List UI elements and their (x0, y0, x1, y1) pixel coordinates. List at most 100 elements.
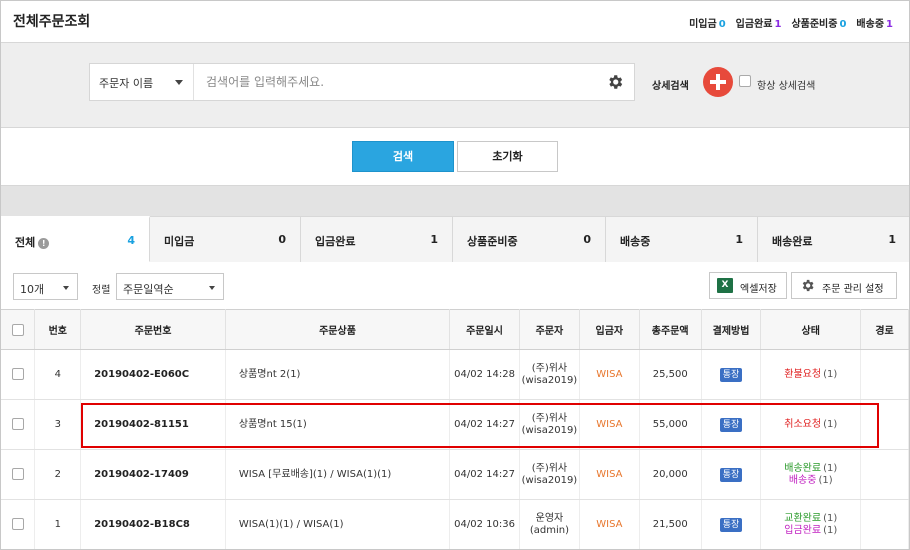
order-date: 04/02 14:27 (449, 399, 520, 450)
search-input[interactable] (196, 64, 591, 100)
sort-label: 정렬 (92, 285, 111, 296)
orderer: (주)위사(wisa2019) (519, 449, 580, 500)
summary-paid[interactable]: 입금완료 1 (736, 15, 782, 30)
pay-method-cell: 통장 (701, 399, 762, 450)
sort-select[interactable]: 주문일역순 (116, 273, 224, 300)
excel-icon: X (717, 278, 733, 293)
col-total[interactable]: 총주문액 (639, 309, 702, 350)
search-button[interactable]: 검색 (352, 141, 454, 172)
col-status[interactable]: 상태 (760, 309, 862, 350)
route-cell (860, 499, 909, 549)
order-total: 21,500 (639, 499, 702, 549)
row-checkbox[interactable] (11, 468, 24, 480)
order-total: 55,000 (639, 399, 702, 450)
gear-icon[interactable] (606, 73, 624, 91)
orders-table: 번호 주문번호 주문상품 주문일시 주문자 입금자 총주문액 결제방법 상태 경… (1, 309, 909, 549)
status-cell: 환불요청 (1) (760, 349, 862, 400)
search-actions: 검색 초기화 (1, 128, 909, 186)
status-cell: 교환완료 (1) 입금완료 (1) (760, 499, 862, 549)
row-checkbox[interactable] (11, 518, 24, 530)
order-total: 20,000 (639, 449, 702, 500)
select-all-checkbox[interactable] (11, 323, 24, 336)
order-settings-button[interactable]: 주문 관리 설정 (791, 272, 897, 299)
row-checkbox[interactable] (11, 418, 24, 430)
order-total: 25,500 (639, 349, 702, 400)
product-name[interactable]: WISA(1)(1) / WISA(1) (225, 499, 451, 549)
gear-icon (802, 279, 814, 292)
col-date[interactable]: 주문일시 (449, 309, 520, 350)
status-label[interactable]: 배송완료 (1) (761, 463, 860, 475)
route-cell (860, 349, 909, 400)
order-number-link[interactable]: 20190402-E060C (80, 349, 226, 400)
summary-unpaid[interactable]: 미입금 0 (689, 15, 726, 30)
row-num: 4 (34, 349, 82, 400)
table-header-row: 번호 주문번호 주문상품 주문일시 주문자 입금자 총주문액 결제방법 상태 경… (1, 309, 909, 350)
detail-search-toggle-button[interactable] (703, 67, 733, 97)
always-detail-label: 항상 상세검색 (757, 81, 816, 92)
status-summary: 미입금 0 입금완료 1 상품준비중 0 배송중 1 (689, 15, 893, 30)
order-number-link[interactable]: 20190402-B18C8 (80, 499, 226, 549)
col-order-no[interactable]: 주문번호 (80, 309, 226, 350)
col-pay-method[interactable]: 결제방법 (701, 309, 762, 350)
info-icon: ! (38, 238, 50, 249)
excel-save-button[interactable]: X 엑셀저장 (709, 272, 787, 299)
status-label[interactable]: 입금완료 (1) (761, 525, 860, 537)
payer: WISA (579, 499, 640, 549)
chevron-down-icon (175, 80, 183, 85)
order-list-page: 전체주문조회 미입금0 입금완료1 상품준비중0 배송중1 주문자 이름 상세검… (0, 0, 910, 550)
route-cell (860, 399, 909, 450)
pay-method-badge: 통장 (719, 367, 743, 382)
status-tabs: 전체! 4 미입금 0 입금완료 1 상품준비중 0 배송중 1 배송완료 1 (1, 216, 909, 262)
orderer: (주)위사(wisa2019) (519, 349, 580, 400)
status-label[interactable]: 교환완료 (1) (761, 513, 860, 525)
table-row[interactable]: 2 20190402-17409 WISA [무료배송](1) / WISA(1… (1, 449, 909, 500)
order-number-link[interactable]: 20190402-81151 (80, 399, 226, 450)
pay-method-cell: 통장 (701, 449, 762, 500)
order-date: 04/02 14:28 (449, 349, 520, 400)
product-name[interactable]: 상품명nt 2(1) (225, 349, 451, 400)
pay-method-cell: 통장 (701, 349, 762, 400)
table-row[interactable]: 4 20190402-E060C 상품명nt 2(1) 04/02 14:28 … (1, 349, 909, 400)
col-payer[interactable]: 입금자 (579, 309, 640, 350)
summary-shipping[interactable]: 배송중 1 (856, 15, 893, 30)
row-num: 1 (34, 499, 82, 549)
order-date: 04/02 10:36 (449, 499, 520, 549)
product-name[interactable]: 상품명nt 15(1) (225, 399, 451, 450)
row-checkbox[interactable] (11, 368, 24, 380)
tab-delivered[interactable]: 배송완료 1 (758, 216, 909, 262)
col-num[interactable]: 번호 (34, 309, 82, 350)
tab-unpaid[interactable]: 미입금 0 (150, 216, 301, 262)
table-row[interactable]: 3 20190402-81151 상품명nt 15(1) 04/02 14:27… (1, 399, 909, 450)
row-num: 3 (34, 399, 82, 450)
orderer: (주)위사(wisa2019) (519, 399, 580, 450)
tab-preparing[interactable]: 상품준비중 0 (453, 216, 606, 262)
payer: WISA (579, 399, 640, 450)
status-label[interactable]: 배송중 (1) (761, 475, 860, 487)
divider-band (1, 186, 909, 216)
order-number-link[interactable]: 20190402-17409 (80, 449, 226, 500)
always-detail-checkbox[interactable] (739, 75, 751, 87)
page-size-select[interactable]: 10개 (13, 273, 78, 300)
chevron-down-icon (209, 286, 215, 290)
orderer: 운영자(admin) (519, 499, 580, 549)
status-label[interactable]: 환불요청 (1) (761, 369, 860, 381)
col-orderer[interactable]: 주문자 (519, 309, 580, 350)
select-all-cell (1, 309, 36, 350)
product-name[interactable]: WISA [무료배송](1) / WISA(1)(1) (225, 449, 451, 500)
table-row[interactable]: 1 20190402-B18C8 WISA(1)(1) / WISA(1) 04… (1, 499, 909, 549)
status-label[interactable]: 취소요청 (1) (761, 419, 860, 431)
col-product[interactable]: 주문상품 (225, 309, 451, 350)
reset-button[interactable]: 초기화 (457, 141, 558, 172)
tab-all[interactable]: 전체! 4 (1, 216, 150, 262)
pay-method-badge: 통장 (719, 417, 743, 432)
col-route[interactable]: 경로 (860, 309, 909, 350)
search-box: 주문자 이름 (89, 63, 635, 101)
payer: WISA (579, 449, 640, 500)
tab-shipping[interactable]: 배송중 1 (606, 216, 758, 262)
chevron-down-icon (63, 286, 69, 290)
tab-paid[interactable]: 입금완료 1 (301, 216, 453, 262)
top-bar: 전체주문조회 미입금 0 입금완료 1 상품준비중 0 배송중 1 (1, 1, 909, 43)
search-type-select[interactable]: 주문자 이름 (90, 64, 194, 100)
summary-preparing[interactable]: 상품준비중 0 (791, 15, 846, 30)
detail-search-label: 상세검색 (652, 81, 689, 92)
